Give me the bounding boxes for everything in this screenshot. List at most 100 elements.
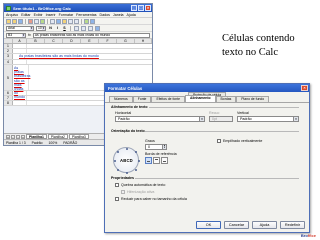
column-header[interactable]: G: [117, 39, 135, 43]
row-header[interactable]: 6: [4, 91, 13, 95]
spellcheck-icon[interactable]: [40, 18, 45, 24]
menu-item-editar[interactable]: Editar: [21, 13, 30, 17]
toolbar-separator: [25, 18, 26, 24]
align-center-icon[interactable]: [81, 25, 86, 31]
chart-icon[interactable]: [90, 18, 95, 24]
row-header[interactable]: 8: [4, 101, 13, 105]
align-left-icon[interactable]: [74, 25, 79, 31]
column-header[interactable]: D: [63, 39, 81, 43]
cell[interactable]: [27, 44, 152, 48]
new-document-icon[interactable]: [6, 18, 11, 24]
wrapped-cell[interactable]: As praias brasileiras são as mais lindas…: [13, 65, 30, 99]
cell[interactable]: [13, 44, 27, 48]
shrink-to-fit-checkbox[interactable]: Reduzir para caber no tamanho da célula: [115, 197, 187, 201]
print-icon[interactable]: [34, 18, 39, 24]
underline-button[interactable]: S: [62, 26, 67, 31]
row-header[interactable]: 2: [4, 49, 13, 53]
row-header[interactable]: 7: [4, 96, 13, 100]
undo-icon[interactable]: [68, 18, 73, 24]
merge-cells-icon[interactable]: [95, 25, 100, 31]
cancel-button[interactable]: Cancelar: [224, 221, 249, 229]
dialog-button-row: OK Cancelar Ajuda Redefinir: [105, 221, 309, 229]
bold-button[interactable]: N: [48, 26, 53, 31]
row-header[interactable]: 1: [4, 44, 13, 48]
tab-efeitos-fonte[interactable]: Efeitos de fonte: [151, 96, 185, 102]
cut-icon[interactable]: [50, 18, 55, 24]
menu-item-dados[interactable]: Dados: [100, 13, 110, 17]
ref-edge-inside-icon[interactable]: [161, 157, 168, 164]
cell[interactable]: [13, 49, 27, 53]
column-header[interactable]: F: [99, 39, 117, 43]
menu-item-ajuda[interactable]: Ajuda: [127, 13, 136, 17]
close-icon[interactable]: ×: [145, 5, 151, 11]
divider: [135, 178, 299, 179]
minimize-icon[interactable]: _: [131, 5, 137, 11]
name-box[interactable]: B3 ▾: [6, 32, 26, 38]
select-all-corner[interactable]: [4, 39, 13, 43]
stacked-vertically-checkbox[interactable]: Empilhado verticalmente: [217, 139, 262, 143]
menu-item-inserir[interactable]: Inserir: [46, 13, 56, 17]
dial-tick: [117, 169, 119, 171]
cell-overflow-text[interactable]: As praias brasileiras são as mais lindas…: [13, 54, 99, 59]
column-header[interactable]: B: [27, 39, 45, 43]
vertical-select[interactable]: Padrão ▾: [237, 116, 299, 122]
calc-titlebar: Sem título1 - BrOffice.org Calc _ □ ×: [4, 4, 152, 12]
italic-button[interactable]: I: [55, 26, 60, 31]
ref-edge-top-icon[interactable]: [153, 157, 160, 164]
column-header[interactable]: E: [81, 39, 99, 43]
wrap-text-checkbox[interactable]: Quebra automática de texto: [115, 183, 165, 187]
tab-numeros[interactable]: Números: [109, 96, 133, 102]
orientation-dial[interactable]: ABCD: [113, 147, 140, 174]
maximize-icon[interactable]: □: [138, 5, 144, 11]
export-pdf-icon[interactable]: [28, 18, 33, 24]
row-header[interactable]: 5: [4, 65, 13, 90]
next-sheet-icon[interactable]: ›: [16, 134, 20, 139]
tab-alinhamento[interactable]: Alinhamento: [185, 95, 216, 102]
tab-fonte[interactable]: Fonte: [132, 96, 152, 102]
chevron-down-icon: ▾: [293, 117, 298, 121]
tab-plano-fundo[interactable]: Plano de fundo: [236, 96, 270, 102]
menu-item-ferramentas[interactable]: Ferramentas: [76, 13, 96, 17]
first-sheet-icon[interactable]: «: [6, 134, 10, 139]
align-right-icon[interactable]: [88, 25, 93, 31]
ok-button[interactable]: OK: [196, 221, 221, 229]
column-header[interactable]: C: [45, 39, 63, 43]
tab-bordas[interactable]: Bordas: [215, 96, 237, 102]
function-wizard-icon[interactable]: fx: [28, 33, 31, 37]
sort-icon[interactable]: [84, 18, 89, 24]
reset-button[interactable]: Redefinir: [280, 221, 305, 229]
close-icon[interactable]: ×: [301, 85, 308, 91]
column-header[interactable]: A: [13, 39, 27, 43]
font-size-select[interactable]: 10 ▾: [36, 25, 46, 31]
row-header[interactable]: 3: [4, 54, 13, 59]
cell[interactable]: [13, 60, 27, 64]
formula-input[interactable]: As praias brasileiras são as mais lindas…: [32, 32, 150, 38]
copy-icon[interactable]: [56, 18, 61, 24]
status-zoom[interactable]: 100%: [49, 141, 58, 145]
menu-item-janela[interactable]: Janela: [113, 13, 124, 17]
open-folder-icon[interactable]: [12, 18, 17, 24]
ref-edge-bottom-icon[interactable]: [145, 157, 152, 164]
toolbar-separator: [81, 18, 82, 24]
cell[interactable]: [27, 49, 152, 53]
redo-icon[interactable]: [74, 18, 79, 24]
column-header[interactable]: H: [135, 39, 152, 43]
menu-item-formatar[interactable]: Formatar: [59, 13, 74, 17]
cell[interactable]: [13, 96, 27, 100]
save-icon[interactable]: [18, 18, 23, 24]
degrees-spinbox[interactable]: 0 ▴ ▾: [145, 144, 167, 150]
font-name-value: Arial: [8, 25, 15, 30]
cell[interactable]: [13, 101, 27, 105]
paste-icon[interactable]: [62, 18, 67, 24]
font-name-select[interactable]: Arial ▾: [6, 25, 34, 31]
prev-sheet-icon[interactable]: ‹: [11, 134, 15, 139]
chevron-down-icon: ▾: [30, 25, 33, 30]
menu-item-exibir[interactable]: Exibir: [34, 13, 43, 17]
cell[interactable]: [13, 91, 27, 95]
horizontal-select[interactable]: Padrão ▾: [115, 116, 205, 122]
row-header[interactable]: 4: [4, 60, 13, 64]
cell[interactable]: [27, 60, 152, 64]
last-sheet-icon[interactable]: »: [21, 134, 25, 139]
help-button[interactable]: Ajuda: [252, 221, 277, 229]
menu-item-arquivo[interactable]: Arquivo: [6, 13, 18, 17]
